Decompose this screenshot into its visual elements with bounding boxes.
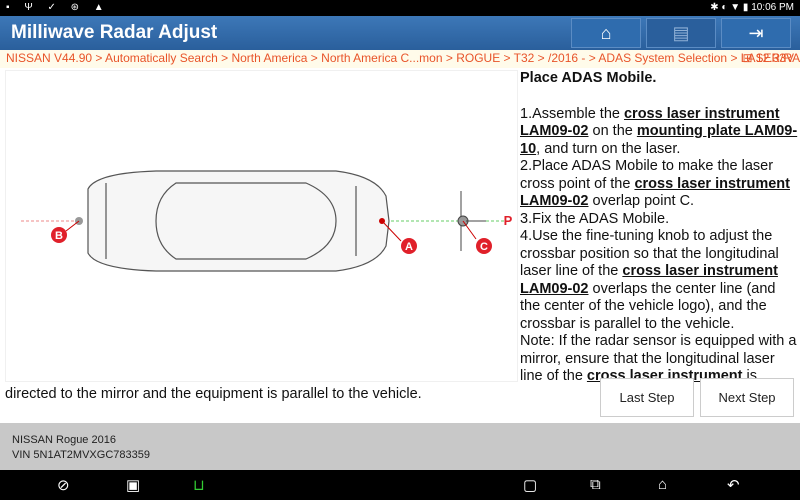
clock: ✱ ◐ ▼ ▮ 10:06 PM	[710, 2, 794, 13]
battery-voltage: ⊞ 12.33V	[742, 51, 794, 65]
app-header: Milliwave Radar Adjust ⌂ ▤ ⇥	[0, 16, 800, 50]
multi-window-icon[interactable]: ⧉	[590, 476, 601, 493]
breadcrumb: NISSAN V44.90 > Automatically Search > N…	[0, 50, 800, 68]
home-icon: ⌂	[600, 23, 612, 43]
back-icon[interactable]: ↶	[727, 476, 740, 494]
page-title: Milliwave Radar Adjust	[11, 22, 218, 43]
system-nav-bar: ⊘ ▣ ⊔ ▢ ⧉ ⌂ ↶	[0, 470, 800, 500]
label-b: B	[55, 230, 63, 242]
instructions-tail: directed to the mirror and the equipment…	[5, 386, 422, 402]
step-3: 3.Fix the ADAS Mobile.	[520, 210, 670, 227]
vehicle-outline	[87, 170, 390, 272]
exit-icon: ⇥	[748, 23, 764, 43]
vehicle-model: NISSAN Rogue 2016	[12, 434, 116, 446]
vehicle-diagram: A B C P	[5, 70, 518, 382]
home-button[interactable]: ⌂	[571, 18, 641, 48]
gallery-icon[interactable]: ▣	[126, 476, 140, 494]
home-nav-icon[interactable]: ⌂	[658, 476, 667, 493]
exit-button[interactable]: ⇥	[721, 18, 791, 48]
next-step-button[interactable]: Next Step	[700, 378, 794, 417]
battery-icon: ⊞	[742, 51, 753, 65]
browser-icon[interactable]: ⊘	[57, 476, 70, 494]
label-a: A	[405, 241, 413, 253]
instructions-title: Place ADAS Mobile.	[520, 70, 657, 86]
vehicle-info: NISSAN Rogue 2016 VIN 5N1AT2MVXGC783359	[0, 423, 800, 470]
instructions-panel[interactable]: Place ADAS Mobile. 1.Assemble the cross …	[520, 68, 798, 383]
step-2: 2.Place ADAS Mobile to make the laser cr…	[520, 158, 790, 209]
print-icon: ▤	[672, 23, 690, 43]
label-p: P	[504, 213, 513, 228]
status-bar: ▪ Ψ ✓ ⊛ ▲ ✱ ◐ ▼ ▮ 10:06 PM	[0, 0, 800, 16]
last-step-button[interactable]: Last Step	[600, 378, 694, 417]
vci-icon[interactable]: ⊔	[193, 476, 205, 494]
step-1: 1.Assemble the cross laser instrument LA…	[520, 105, 798, 157]
print-button[interactable]: ▤	[646, 18, 716, 48]
step-4: 4.Use the fine-tuning knob to adjust the…	[520, 228, 779, 332]
vehicle-vin: VIN 5N1AT2MVXGC783359	[12, 449, 150, 461]
notification-icons: ▪ Ψ ✓ ⊛ ▲	[6, 2, 110, 13]
note: Note: If the radar sensor is equipped wi…	[520, 333, 797, 383]
recent-apps-icon[interactable]: ▢	[523, 476, 537, 494]
label-c: C	[480, 241, 488, 253]
